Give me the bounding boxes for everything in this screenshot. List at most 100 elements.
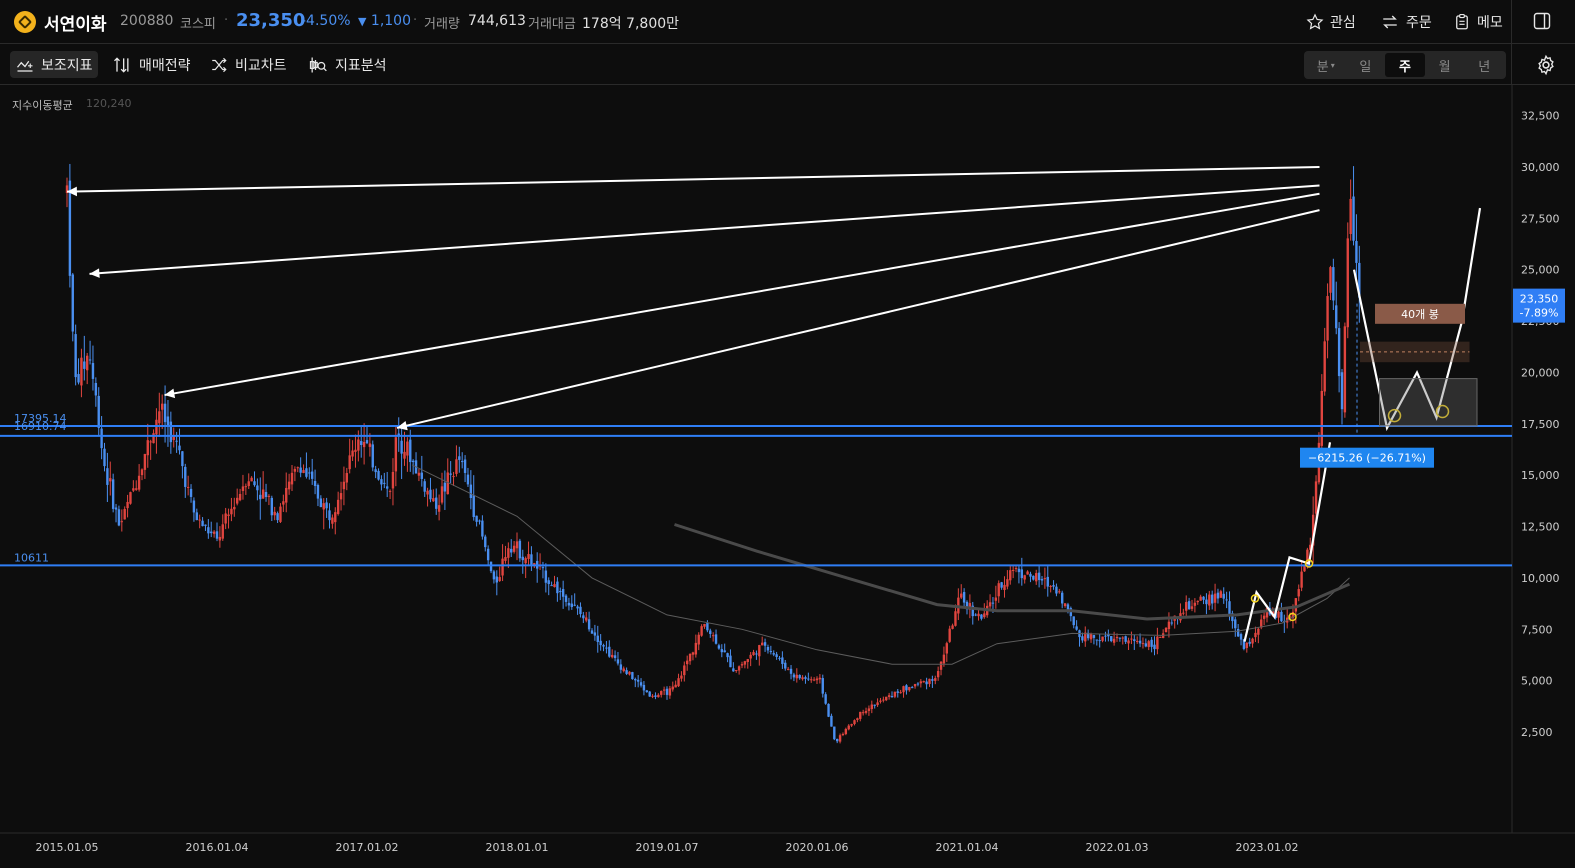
candle-body [1055, 586, 1058, 594]
candle-body [1063, 603, 1067, 607]
candle-body [452, 476, 455, 478]
candle-body [576, 606, 579, 609]
candle-body [671, 686, 674, 690]
indicator-name: 지수이동평균 [12, 99, 73, 112]
gear-icon [1538, 54, 1554, 76]
candle-body [351, 450, 354, 457]
candle-body [1234, 619, 1237, 629]
candle-body [688, 653, 692, 662]
candle-body [1156, 636, 1159, 650]
price-chart[interactable]: 32,50030,00027,50025,00022,50020,00017,5… [0, 85, 1575, 868]
candle-body [106, 468, 109, 485]
candle-body [411, 460, 415, 463]
strategy-button[interactable]: 매매전략 [106, 51, 196, 78]
candle-body [795, 674, 799, 679]
candle-body [1170, 622, 1174, 624]
candle-body [1017, 568, 1021, 573]
candle-body [1159, 636, 1162, 638]
candle-body [844, 728, 848, 735]
candle-body [732, 668, 735, 672]
candle-body [1320, 391, 1324, 446]
candle-body [651, 695, 654, 697]
period-day[interactable]: 일 [1346, 53, 1386, 77]
period-minute[interactable]: 분 ▾ [1306, 53, 1346, 77]
chart-area[interactable]: 32,50030,00027,50025,00022,50020,00017,5… [0, 85, 1575, 868]
candle-body [322, 503, 325, 510]
candle-body [463, 459, 467, 473]
candle-body [1011, 569, 1015, 572]
candle-body [954, 611, 957, 626]
chart-settings-button[interactable] [1535, 54, 1557, 80]
candle-body [781, 657, 784, 664]
candle-body [634, 679, 637, 681]
candle-body [1112, 638, 1116, 643]
candle-body [527, 554, 530, 559]
shuffle-icon [212, 57, 227, 72]
candle-body [1199, 596, 1202, 601]
y-tick-label: 32,500 [1521, 110, 1560, 123]
candle-body [1337, 328, 1341, 377]
order-button[interactable]: 주문 [1380, 10, 1432, 34]
analysis-button[interactable]: 지표분석 [302, 51, 392, 78]
candle-body [443, 482, 447, 492]
candle-body [1127, 640, 1130, 644]
candle-body [807, 678, 810, 680]
candle-body [582, 615, 585, 619]
drawn-arrow-line[interactable] [164, 192, 1320, 397]
candle-body [893, 691, 897, 697]
candle-body [417, 472, 421, 476]
candle-body [498, 577, 501, 582]
candle-body [740, 664, 744, 666]
compare-button[interactable]: 비교차트 [204, 51, 292, 78]
period-year[interactable]: 년 [1464, 53, 1504, 77]
y-tick-label: 5,000 [1521, 675, 1553, 688]
candle-body [1343, 326, 1347, 413]
candle-body [244, 486, 248, 488]
candle-body [224, 513, 227, 524]
candle-body [316, 485, 320, 499]
range-box[interactable] [1379, 378, 1478, 427]
candle-body [1081, 636, 1084, 641]
candle-body [1248, 641, 1251, 644]
candle-body [720, 649, 724, 653]
candle-body [339, 493, 343, 500]
candle-body [818, 677, 822, 680]
candle-body [1251, 638, 1254, 644]
support-line-label: 16910.74 [14, 420, 67, 433]
x-tick-label: 2022.01.03 [1086, 841, 1149, 854]
candle-body [726, 653, 729, 658]
candle-body [501, 558, 504, 576]
candle-body [564, 595, 568, 602]
memo-button[interactable]: 메모 [1453, 10, 1503, 34]
candle-body [631, 672, 634, 680]
candle-body [1205, 599, 1208, 605]
candle-body [184, 466, 187, 487]
drawn-arrow-line[interactable] [66, 166, 1320, 193]
candle-body [233, 506, 236, 510]
candle-body [94, 383, 98, 396]
candle-body [798, 674, 801, 679]
candle-body [625, 670, 628, 674]
drawn-arrow-line[interactable] [89, 184, 1320, 275]
period-week[interactable]: 주 [1385, 53, 1425, 77]
candle-body [590, 630, 594, 634]
candle-body [1150, 639, 1153, 647]
indicators-button[interactable]: 보조지표 [10, 51, 98, 78]
candle-body [1190, 606, 1194, 609]
candle-body [368, 443, 372, 447]
y-tick-label: 7,500 [1521, 623, 1553, 636]
candle-body [1037, 572, 1041, 581]
watch-button[interactable]: 관심 [1306, 10, 1356, 34]
candle-body [939, 661, 943, 670]
candle-body [486, 548, 490, 561]
panel-toggle-button[interactable] [1532, 11, 1552, 35]
candle-body [1323, 341, 1326, 392]
period-month[interactable]: 월 [1425, 53, 1465, 77]
candle-body [547, 580, 550, 585]
amount-label: 거래대금 [528, 17, 576, 32]
candle-body [1202, 596, 1205, 600]
candle-body [1213, 593, 1217, 603]
candle-body [215, 531, 219, 539]
candle-body [784, 662, 787, 669]
candle-body [1052, 585, 1055, 587]
